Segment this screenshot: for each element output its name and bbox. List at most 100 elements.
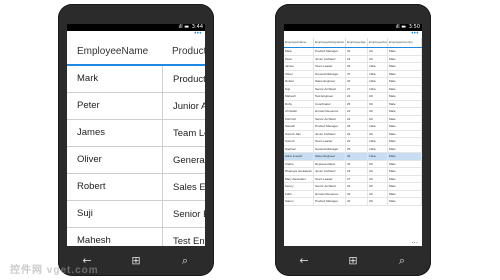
table-row[interactable]: Dhanaya Venkatesh Junior Architect 23 UK Mal…: [284, 168, 422, 176]
cell-age: 24: [346, 93, 368, 100]
cell-age: 32: [346, 153, 368, 160]
cell-employee-name: Dhanaya Venkatesh: [284, 168, 314, 175]
cell-area: India: [368, 138, 388, 145]
table-row[interactable]: Peter Junior Architect 23 UK Male: [284, 55, 422, 63]
table-row[interactable]: Stephen General Manager 25 India Male: [284, 145, 422, 153]
table-row[interactable]: Ruby Coordinator 25 UK Male: [284, 100, 422, 108]
menu-dots-icon[interactable]: •••: [194, 31, 202, 37]
table-row[interactable]: James Team Le: [67, 120, 205, 147]
cell-designation: Senior Architect: [314, 85, 346, 92]
table-row[interactable]: Mahesh Test Engineer 24 UK Male: [284, 93, 422, 101]
cell-employee-name: Mark: [284, 48, 314, 55]
column-header-employee-name[interactable]: EmployeeName: [284, 38, 314, 47]
search-icon[interactable]: ⌕: [395, 254, 409, 268]
more-dots-icon[interactable]: ...: [411, 237, 418, 245]
cell-designation: General Manager: [314, 145, 346, 152]
cell-designation: Senior Architect: [314, 183, 346, 190]
table-row[interactable]: Mary Alexander Team Leader 27 UK Male: [284, 175, 422, 183]
cell-designation: Representative: [314, 160, 346, 167]
table-row[interactable]: Suresh Team Leader 22 India Male: [284, 138, 422, 146]
cell-country: Male: [388, 93, 422, 100]
cell-area: UK: [368, 190, 388, 197]
table-row[interactable]: Suji Senior Architect 27 India Male: [284, 85, 422, 93]
cell-designation: Junior Architect: [314, 168, 346, 175]
search-icon[interactable]: ⌕: [178, 254, 192, 268]
table-row[interactable]: Asha Joseph Sales Engineer 32 India Male: [284, 153, 422, 161]
cell-employee-name: Mary Alexander: [284, 175, 314, 182]
cell-employee-name: Suresh: [284, 138, 314, 145]
column-header-product[interactable]: Product: [162, 46, 205, 57]
cell-country: Male: [388, 55, 422, 62]
table-row[interactable]: Oliver General: [67, 147, 205, 174]
cell-product: Junior A: [173, 100, 205, 112]
right-phone: ıll ▬ 3:50 ••• EmployeeName EmployeeDesi…: [275, 4, 431, 276]
column-header-employee-name[interactable]: EmployeeName: [67, 46, 162, 57]
cell-age: 22: [346, 183, 368, 190]
column-header-country[interactable]: EmployeeCountry: [388, 38, 422, 47]
status-bar: ıll ▬ 3:44: [67, 24, 205, 31]
cell-age: 27: [346, 175, 368, 182]
cell-age: 24: [346, 115, 368, 122]
cell-employee-name: Fathi: [284, 190, 314, 197]
grid-header: EmployeeName Product: [67, 38, 205, 66]
cell-area: UK: [368, 198, 388, 205]
cell-designation: Junior Architect: [314, 130, 346, 137]
cell-country: Male: [388, 48, 422, 55]
cell-employee-name: Ruby: [284, 100, 314, 107]
column-header-designation[interactable]: EmployeeDesignation: [314, 38, 346, 47]
cell-area: UK: [368, 160, 388, 167]
table-row[interactable]: Kenny Senior Architect 22 UK Male: [284, 183, 422, 191]
table-row[interactable]: Sanesh Product Manager 25 India Male: [284, 123, 422, 131]
back-arrow-icon[interactable]: ←: [297, 254, 311, 268]
cell-designation: Team Leader: [314, 138, 346, 145]
cell-employee-name: James: [67, 120, 163, 146]
table-row[interactable]: Salom Product Manager 32 UK Male: [284, 198, 422, 206]
cell-country: Male: [388, 100, 422, 107]
table-row[interactable]: Mahesh Test En: [67, 228, 205, 246]
cell-area: UK: [368, 108, 388, 115]
cell-employee-name: James: [284, 63, 314, 70]
table-row[interactable]: Fathi Human Resource 32 UK Male: [284, 190, 422, 198]
cell-designation: Product Manager: [314, 123, 346, 130]
cell-age: 23: [346, 55, 368, 62]
table-row[interactable]: James Team Leader 26 India Male: [284, 63, 422, 71]
status-bar: ıll ▬ 3:50: [284, 24, 422, 31]
table-row[interactable]: Suresh Jain Junior Architect 22 UK Male: [284, 130, 422, 138]
cell-designation: Senior Architect: [314, 115, 346, 122]
table-row[interactable]: Kishmid Senior Architect 24 UK Male: [284, 115, 422, 123]
table-row[interactable]: Clarke Representative 32 UK Male: [284, 160, 422, 168]
table-row[interactable]: Robert Sales Engineer 32 India Male: [284, 78, 422, 86]
cell-designation: Sales Engineer: [314, 78, 346, 85]
column-header-area[interactable]: EmployeeArea: [368, 38, 388, 47]
cell-employee-name: Oliver: [284, 70, 314, 77]
table-row[interactable]: Suji Senior E: [67, 201, 205, 228]
watermark: 控件网 vget.com: [10, 265, 99, 276]
windows-start-icon[interactable]: ⊞: [129, 254, 143, 268]
cell-country: Male: [388, 63, 422, 70]
cell-age: 25: [346, 123, 368, 130]
table-row[interactable]: Robert Sales En: [67, 174, 205, 201]
cell-age: 25: [346, 145, 368, 152]
right-screen: ıll ▬ 3:50 ••• EmployeeName EmployeeDesi…: [284, 24, 422, 246]
table-row[interactable]: Mark Product M: [67, 66, 205, 93]
cell-area: UK: [368, 130, 388, 137]
cell-designation: Product Manager: [314, 198, 346, 205]
table-row[interactable]: Mark Product Manager 32 UK Male: [284, 48, 422, 56]
column-header-age[interactable]: EmployeeAge: [346, 38, 368, 47]
cell-country: Male: [388, 198, 422, 205]
app-bar: •••: [284, 31, 422, 38]
table-row[interactable]: Peter Junior A: [67, 93, 205, 120]
cell-country: Male: [388, 123, 422, 130]
cell-employee-name: Asha Joseph: [284, 153, 314, 160]
cell-product: Sales En: [173, 181, 205, 193]
cell-employee-name: Peter: [284, 55, 314, 62]
windows-start-icon[interactable]: ⊞: [346, 254, 360, 268]
cell-area: UK: [368, 48, 388, 55]
menu-dots-icon[interactable]: •••: [411, 31, 419, 37]
table-row[interactable]: Christeth Human Resource 22 UK Male: [284, 108, 422, 116]
cell-designation: Human Resource: [314, 108, 346, 115]
table-row[interactable]: Oliver General Manager 37 India Male: [284, 70, 422, 78]
clock: 3:44: [191, 24, 203, 30]
cell-country: Male: [388, 78, 422, 85]
cell-designation: Team Leader: [314, 175, 346, 182]
